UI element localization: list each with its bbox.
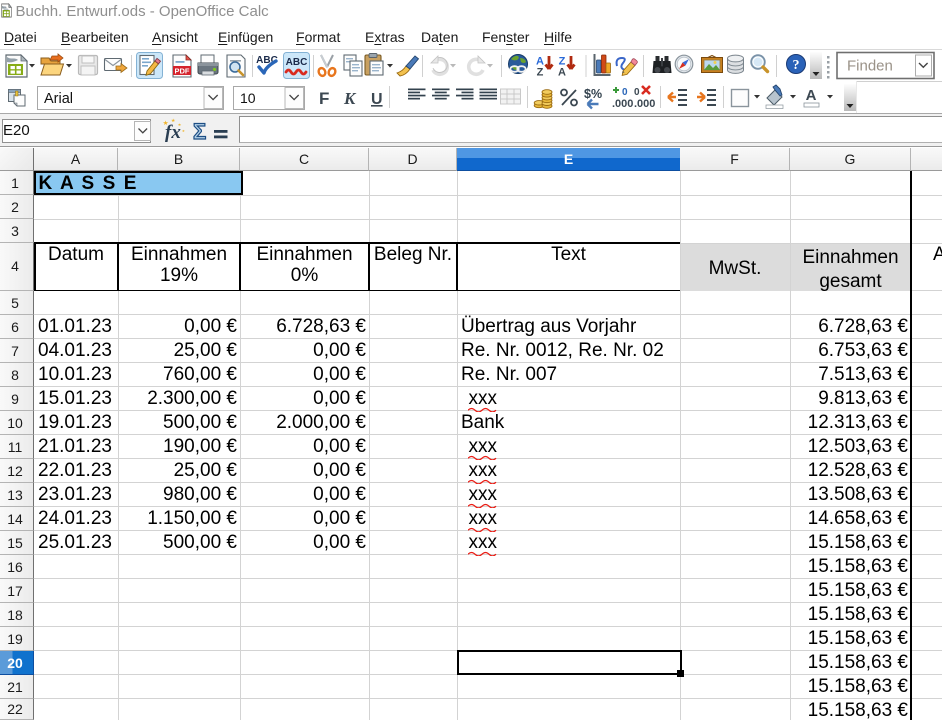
svg-text:Arial: Arial <box>44 91 73 107</box>
svg-text:Σ: Σ <box>193 119 206 144</box>
svg-text:K: K <box>343 89 357 108</box>
svg-text:10: 10 <box>240 90 256 106</box>
svg-text:PDF: PDF <box>175 66 190 75</box>
svg-text:.000: .000 <box>612 98 633 110</box>
svg-text:0: 0 <box>634 87 640 98</box>
svg-text:F: F <box>319 89 329 108</box>
svg-text:0: 0 <box>622 87 628 98</box>
svg-text:A: A <box>806 87 817 104</box>
svg-text:.000: .000 <box>634 98 655 110</box>
svg-text:Z: Z <box>537 67 544 79</box>
svg-text:ABC: ABC <box>286 57 308 68</box>
svg-text:?: ? <box>793 58 800 73</box>
svg-text:A: A <box>558 67 566 79</box>
svg-text:U: U <box>371 91 383 108</box>
svg-text:Finden: Finden <box>847 58 893 75</box>
svg-text:$%: $% <box>584 87 602 101</box>
